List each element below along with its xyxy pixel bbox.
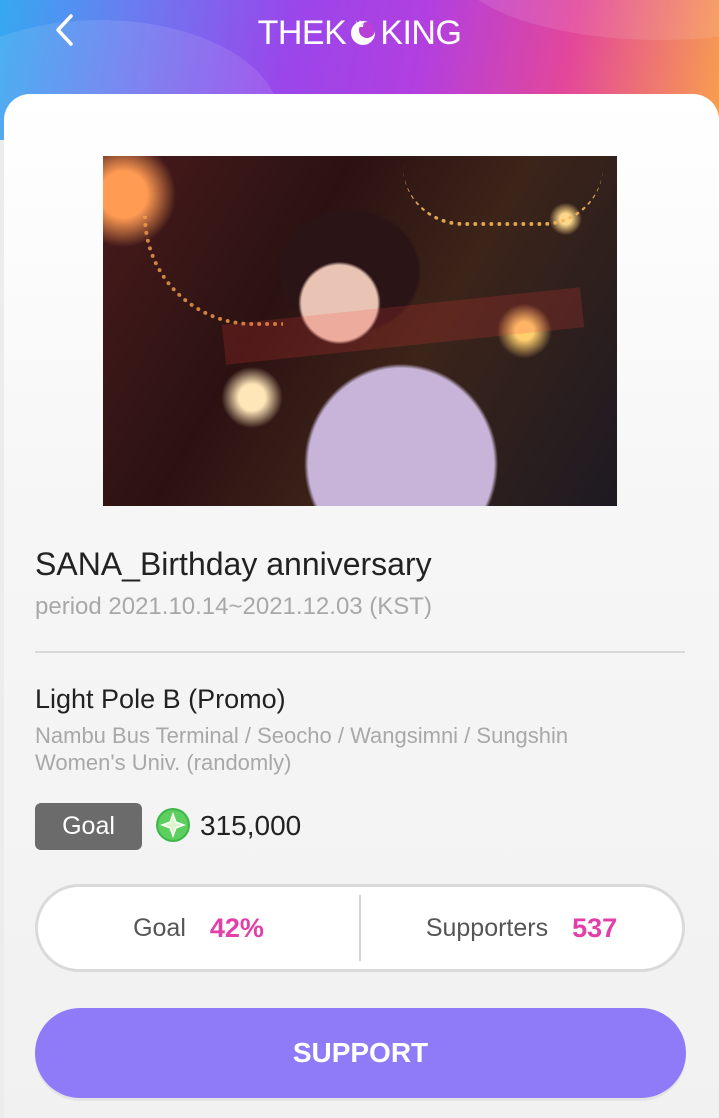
event-photo xyxy=(103,156,617,506)
logo-text-right: KING xyxy=(380,14,462,52)
divider xyxy=(35,651,685,653)
photo-decoration xyxy=(143,216,283,326)
goal-progress-value: 42% xyxy=(209,912,264,943)
logo-mark-icon xyxy=(351,19,376,45)
goal-progress-stat: Goal 42% xyxy=(38,887,359,969)
event-period: period 2021.10.14~2021.12.03 (KST) xyxy=(35,593,432,620)
star-gem-icon xyxy=(156,808,190,842)
ad-type: Light Pole B (Promo) xyxy=(35,684,286,714)
goal-amount: 315,000 xyxy=(200,810,302,841)
photo-decoration xyxy=(403,166,603,226)
supporters-stat: Supporters 537 xyxy=(361,887,682,969)
support-button[interactable]: SUPPORT xyxy=(35,1008,686,1098)
supporters-label: Supporters xyxy=(425,913,549,942)
logo-text-left: THEK xyxy=(257,14,347,52)
supporters-value: 537 xyxy=(572,912,618,943)
app-logo: THEK KING xyxy=(0,14,719,53)
ad-locations: Nambu Bus Terminal / Seocho / Wangsimni … xyxy=(35,723,569,775)
goal-tag: Goal xyxy=(35,803,142,850)
stats-panel: Goal 42% Supporters 537 xyxy=(35,884,685,972)
funding-card: SANA_Birthday anniversary period 2021.10… xyxy=(4,94,719,1118)
goal-progress-label: Goal xyxy=(133,913,186,942)
event-title: SANA_Birthday anniversary xyxy=(35,546,432,582)
